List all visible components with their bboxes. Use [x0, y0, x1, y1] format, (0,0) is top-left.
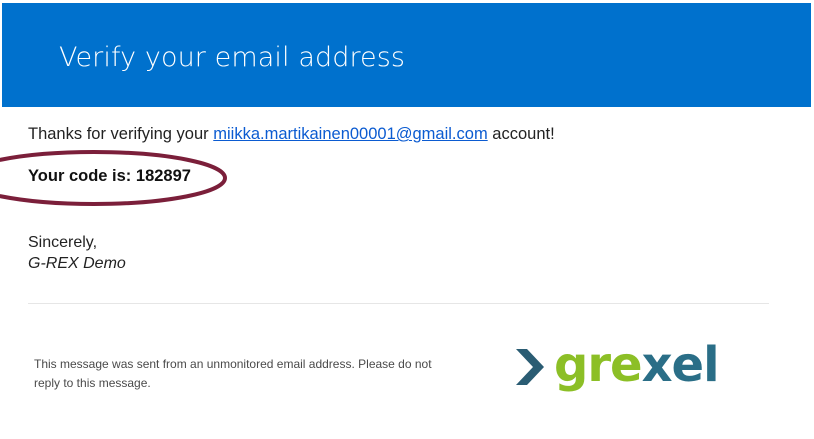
signoff: Sincerely, G-REX Demo [28, 232, 126, 274]
intro-suffix: account! [487, 125, 555, 143]
page-title: Verify your email address [59, 42, 406, 73]
arrow-icon [516, 349, 544, 385]
divider [28, 303, 769, 304]
highlight-ellipse [0, 150, 227, 206]
intro-text: Thanks for verifying your miikka.martika… [28, 125, 555, 144]
intro-prefix: Thanks for verifying your [28, 125, 214, 143]
signature-text: G-REX Demo [28, 255, 126, 272]
email-header: Verify your email address [2, 3, 811, 107]
svg-text:grexel: grexel [554, 337, 719, 393]
email-link[interactable]: miikka.martikainen00001@gmail.com [213, 125, 487, 143]
grexel-logo: grexel [516, 337, 720, 393]
closing-text: Sincerely, [28, 234, 98, 251]
footer-note: This message was sent from an unmonitore… [34, 357, 432, 390]
